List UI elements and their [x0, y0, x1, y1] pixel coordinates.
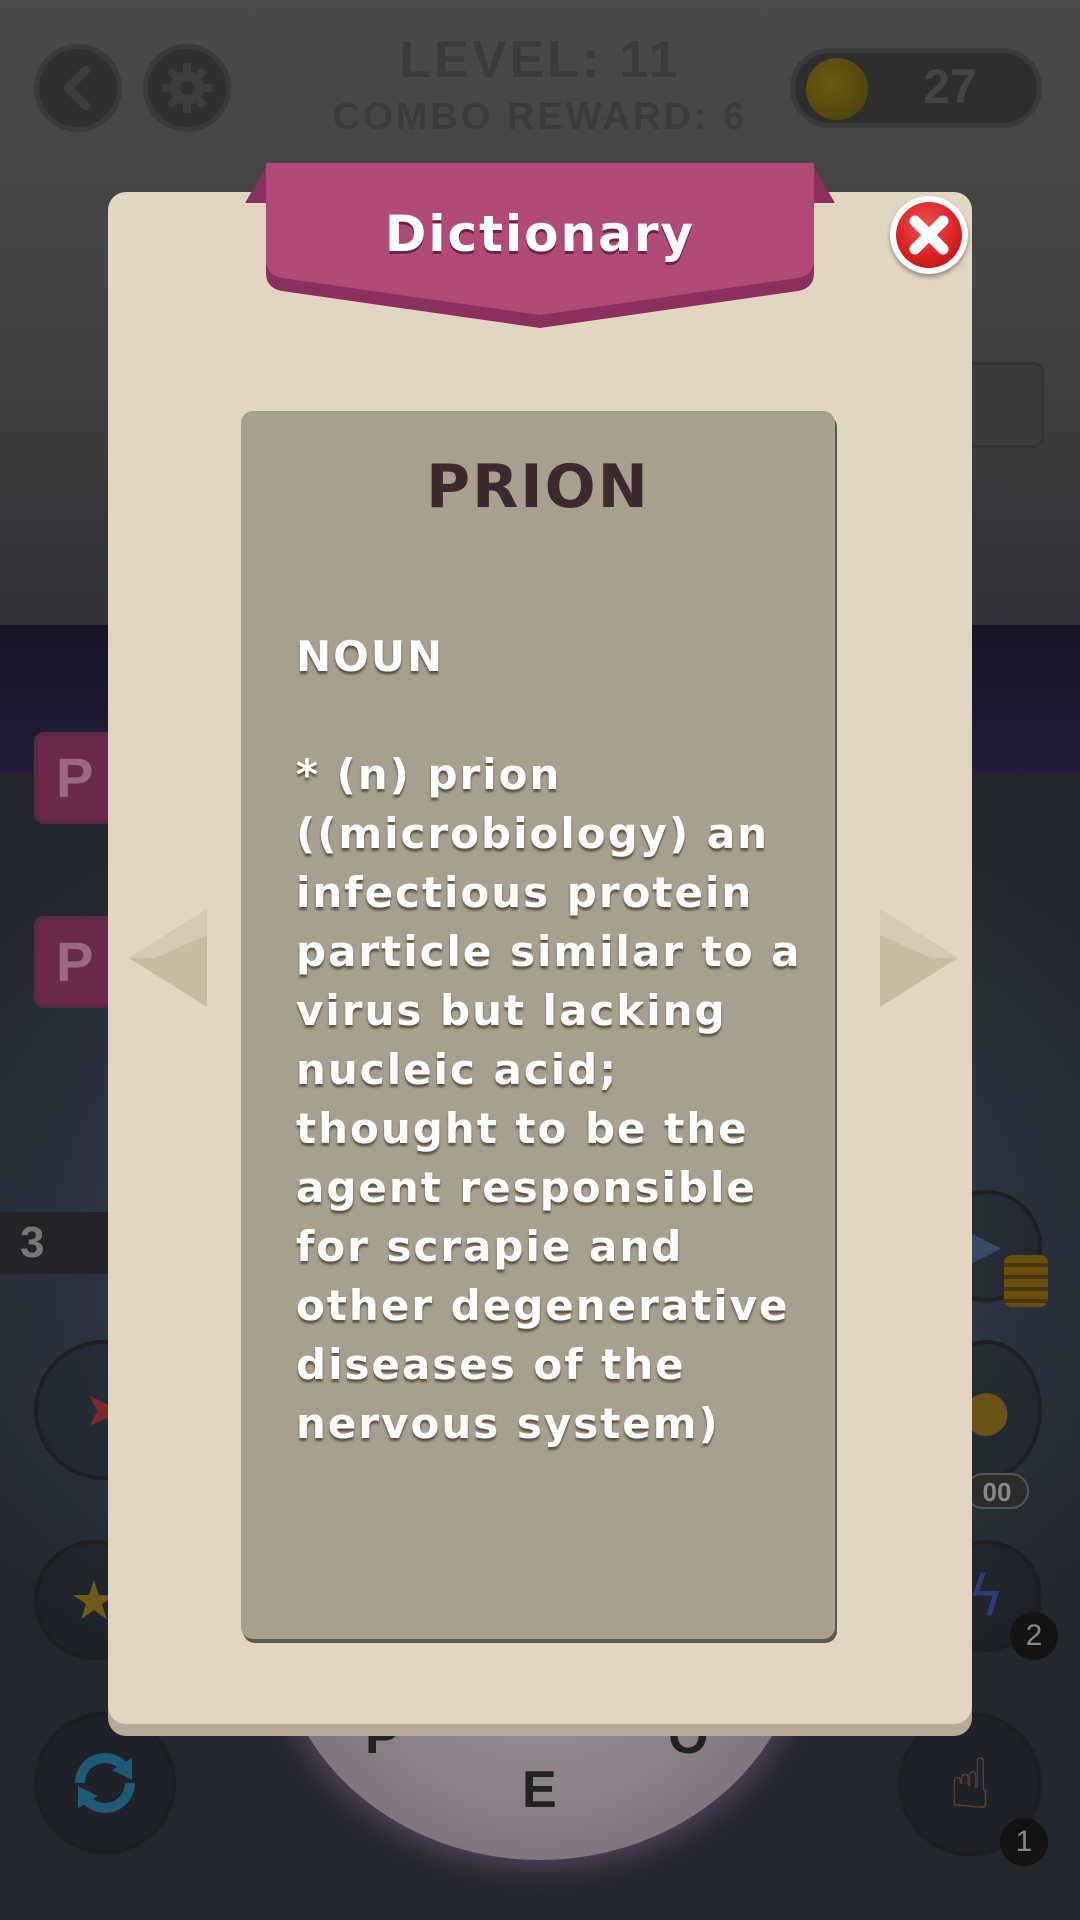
previous-arrow-button[interactable]: [125, 905, 213, 1011]
part-of-speech: NOUN: [296, 632, 445, 681]
next-arrow-button[interactable]: [874, 905, 962, 1011]
dictionary-word: PRION: [426, 452, 650, 522]
definition-text: NOUN * (n) prion ((microbiology) an infe…: [296, 568, 836, 1453]
definition-body: * (n) prion ((microbiology) an infectiou…: [296, 750, 802, 1448]
close-icon: [909, 215, 949, 255]
dictionary-title: Dictionary: [384, 205, 696, 263]
close-button[interactable]: [890, 196, 968, 274]
